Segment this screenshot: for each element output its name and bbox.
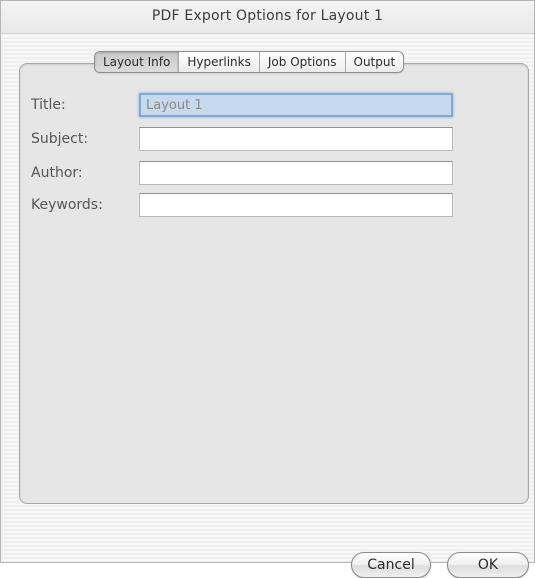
- tab-hyperlinks[interactable]: Hyperlinks: [179, 52, 260, 72]
- subject-input[interactable]: [139, 127, 453, 151]
- tab-layout-info[interactable]: Layout Info: [95, 52, 180, 72]
- ok-button[interactable]: OK: [447, 552, 529, 578]
- author-row: Author:: [31, 161, 453, 185]
- tab-output[interactable]: Output: [346, 52, 404, 72]
- keywords-row: Keywords:: [31, 193, 453, 217]
- subject-label: Subject:: [31, 131, 89, 147]
- keywords-label: Keywords:: [31, 197, 103, 213]
- title-bar[interactable]: PDF Export Options for Layout 1: [1, 1, 534, 34]
- title-label: Title:: [31, 97, 66, 113]
- author-input[interactable]: [139, 161, 453, 185]
- title-row: Title:: [31, 93, 453, 117]
- tab-job-options[interactable]: Job Options: [260, 52, 346, 72]
- cancel-button[interactable]: Cancel: [351, 552, 431, 578]
- title-input[interactable]: [139, 93, 453, 117]
- tab-bar: Layout Info Hyperlinks Job Options Outpu…: [94, 51, 405, 73]
- window-title: PDF Export Options for Layout 1: [151, 8, 384, 24]
- subject-row: Subject:: [31, 127, 453, 151]
- pdf-export-dialog: PDF Export Options for Layout 1 Layout I…: [0, 0, 535, 578]
- author-label: Author:: [31, 165, 83, 181]
- keywords-input[interactable]: [139, 193, 453, 217]
